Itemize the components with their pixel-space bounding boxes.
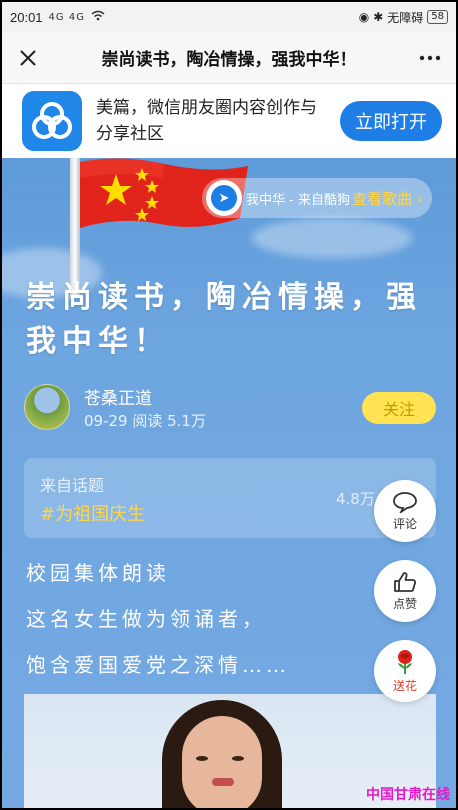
avatar[interactable]	[24, 384, 70, 430]
alarm-icon: ◉	[358, 10, 370, 24]
more-icon[interactable]	[404, 32, 456, 84]
topic-count: 4.8万	[336, 490, 375, 508]
follow-button[interactable]: 关注	[362, 392, 436, 424]
rose-icon	[398, 649, 412, 674]
wifi-icon	[91, 10, 105, 24]
meipian-logo-icon	[22, 91, 82, 151]
body-line: 校园集体朗读	[26, 561, 170, 585]
send-flower-label: 送花	[392, 678, 417, 693]
photo-person-eye	[232, 756, 244, 761]
comment-icon	[393, 491, 417, 513]
topic-label: 来自话题	[40, 476, 105, 495]
view-song-link[interactable]: 查看歌曲 ›	[352, 188, 423, 209]
signal-icon: 4G 4G	[48, 11, 85, 23]
topic-name[interactable]: #为祖国庆生	[40, 500, 145, 526]
close-icon[interactable]	[2, 32, 54, 84]
app-banner: 美篇，微信朋友圈内容创作与分享社区 立即打开	[2, 84, 456, 158]
article-body: 校园集体朗读 这名女生做为领诵者， 饱含爱国爱党之深情……	[26, 556, 356, 694]
topic-card[interactable]: 来自话题 #为祖国庆生 4.8万	[24, 458, 436, 538]
open-app-button[interactable]: 立即打开	[340, 101, 442, 141]
like-button[interactable]: 点赞	[374, 560, 436, 622]
music-title: 我中华 - 来自酷狗	[246, 192, 350, 208]
send-flower-button[interactable]: 送花	[374, 640, 436, 702]
status-bar: 20:01 4G 4G ◉ ✱ 无障碍 58	[2, 2, 456, 32]
page-title: 崇尚读书，陶冶情操，强我中华！	[101, 50, 357, 70]
cloud-decoration	[252, 218, 412, 258]
photo-person-eye	[196, 756, 208, 761]
status-time: 20:01	[10, 9, 43, 25]
like-label: 点赞	[392, 596, 417, 611]
accessibility-label: 无障碍	[387, 10, 424, 25]
thumbs-up-icon	[394, 571, 417, 592]
nav-bar: 崇尚读书，陶冶情操，强我中华！	[2, 32, 456, 84]
watermark-text: 中国甘肃在线	[366, 787, 450, 803]
article-title: 崇尚读书，陶冶情操，强我中华！	[26, 280, 422, 359]
screen: 20:01 4G 4G ◉ ✱ 无障碍 58 崇尚读书，陶冶情操，强我中华！ 美…	[2, 2, 456, 808]
status-right: ◉ ✱ 无障碍 58	[359, 9, 448, 26]
article-meta: 09-29 阅读 5.1万	[84, 412, 206, 430]
author-name[interactable]: 苍桑正道	[84, 384, 152, 409]
author-row: 苍桑正道 09-29 阅读 5.1万 关注	[24, 384, 436, 432]
body-line: 这名女生做为领诵者，	[26, 607, 266, 631]
comment-label: 评论	[392, 516, 417, 531]
music-player[interactable]: ➤ 我中华 - 来自酷狗 查看歌曲 ›	[202, 178, 432, 218]
comment-button[interactable]: 评论	[374, 480, 436, 542]
bluetooth-icon: ✱	[373, 10, 384, 24]
photo-person-face	[182, 716, 262, 808]
music-disc-icon[interactable]: ➤	[206, 180, 242, 216]
app-description: 美篇，微信朋友圈内容创作与分享社区	[96, 98, 317, 144]
body-line: 饱含爱国爱党之深情……	[26, 653, 290, 677]
photo-person-lips	[212, 778, 234, 786]
article-hero: ➤ 我中华 - 来自酷狗 查看歌曲 › 崇尚读书，陶冶情操，强我中华！ 苍桑正道…	[2, 158, 456, 808]
battery-indicator: 58	[427, 10, 448, 24]
